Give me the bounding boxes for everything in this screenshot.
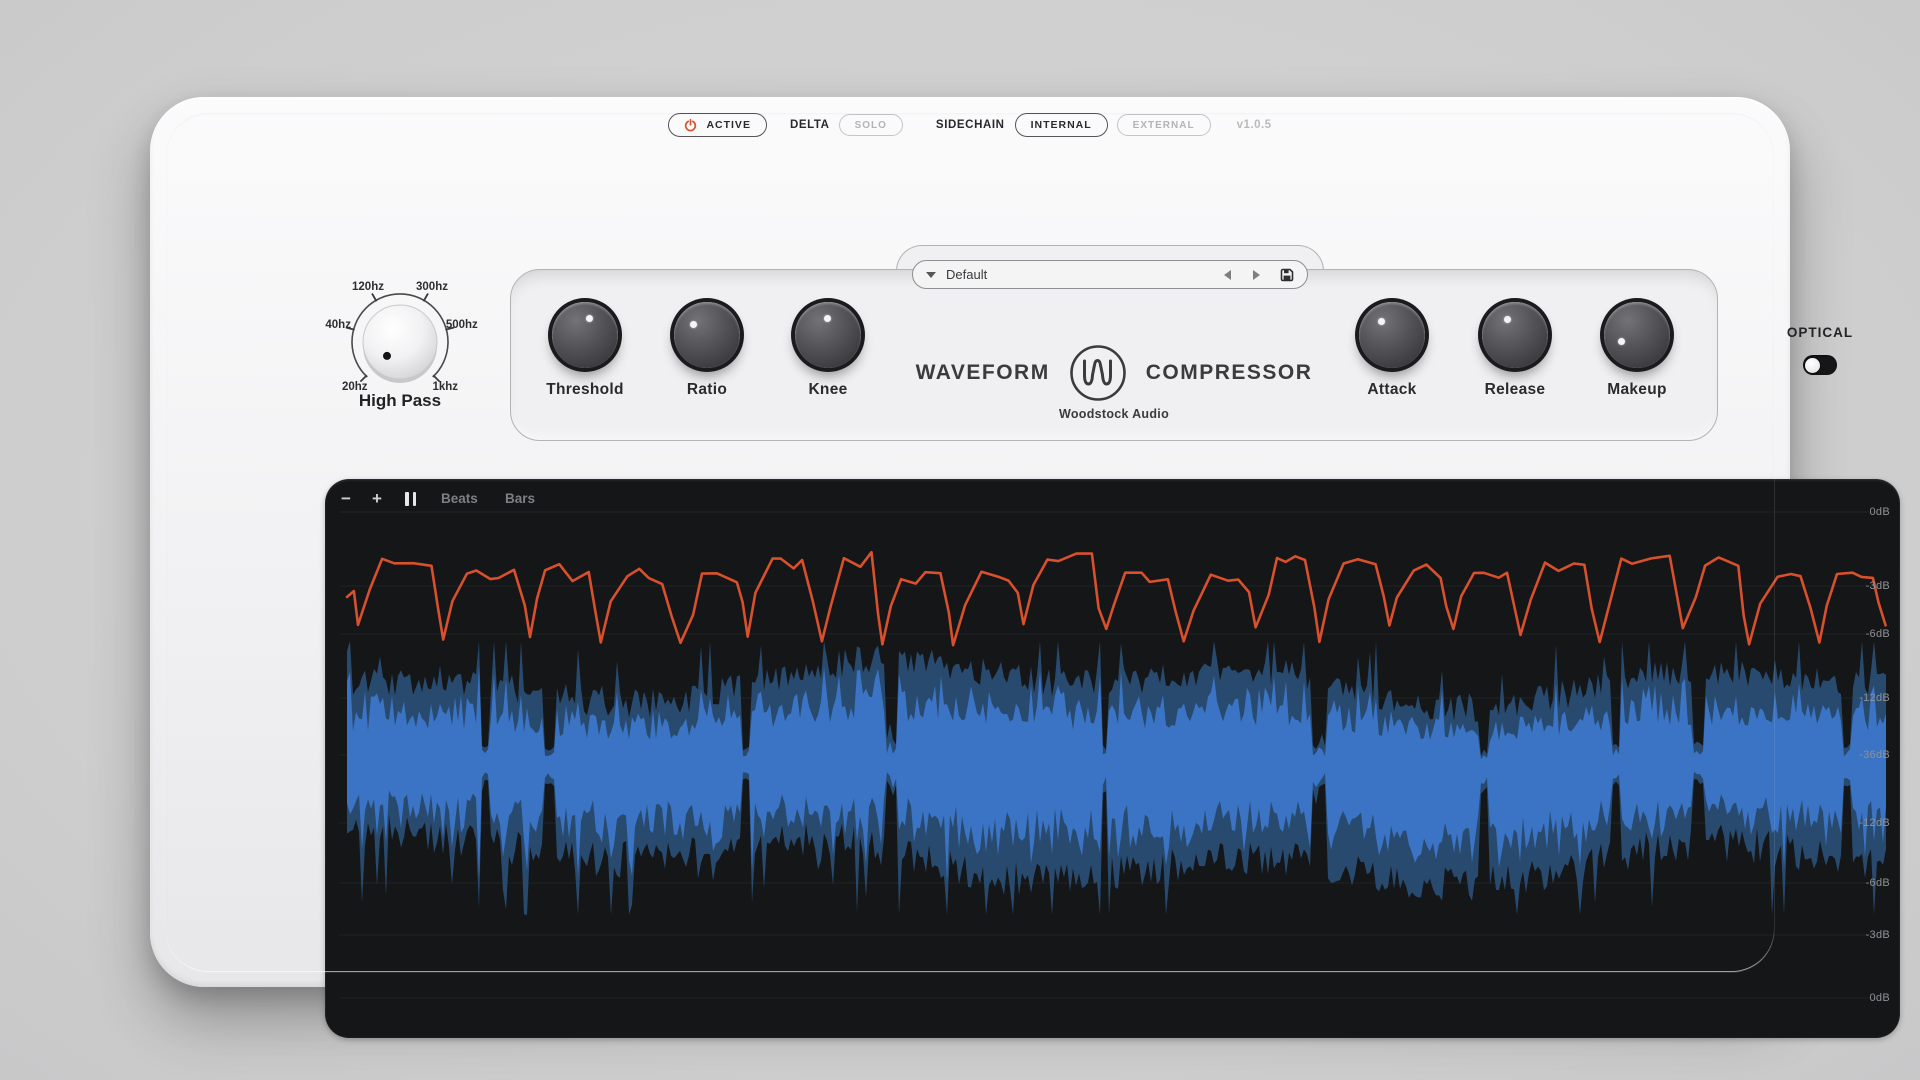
delta-label: DELTA bbox=[790, 119, 830, 131]
zoom-in-button[interactable]: + bbox=[372, 489, 382, 509]
logo-mark-icon bbox=[1068, 343, 1128, 403]
version-text: v1.0.5 bbox=[1237, 119, 1272, 131]
chevron-down-icon bbox=[926, 272, 936, 278]
preset-selector[interactable]: Default bbox=[912, 260, 1308, 289]
preset-next-button[interactable] bbox=[1253, 270, 1260, 280]
db-scale-label: 0dB bbox=[1870, 506, 1890, 518]
optical-toggle-knob bbox=[1805, 358, 1820, 373]
knob-indicator-dot bbox=[1504, 316, 1511, 323]
hp-tick bbox=[424, 294, 429, 302]
knob-indicator-dot bbox=[690, 321, 697, 328]
hp-tick-label-500hz: 500hz bbox=[446, 319, 478, 331]
db-scale-label: -3dB bbox=[1866, 929, 1890, 941]
solo-button-label: SOLO bbox=[855, 120, 887, 131]
preset-name: Default bbox=[946, 267, 1224, 282]
db-scale-label: -6dB bbox=[1866, 877, 1890, 889]
logo-word-right: COMPRESSOR bbox=[1146, 361, 1313, 385]
external-button[interactable]: EXTERNAL bbox=[1117, 114, 1211, 136]
pause-icon[interactable] bbox=[405, 492, 416, 506]
db-scale-label: 0dB bbox=[1870, 992, 1890, 1004]
beats-tab[interactable]: Beats bbox=[441, 489, 478, 509]
logo-subtitle: Woodstock Audio bbox=[510, 407, 1718, 421]
knob-indicator-dot bbox=[1378, 318, 1385, 325]
knob-indicator-dot bbox=[824, 315, 831, 322]
waveform-display[interactable] bbox=[325, 479, 1900, 1038]
solo-button[interactable]: SOLO bbox=[839, 114, 903, 136]
zoom-out-button[interactable]: − bbox=[341, 489, 351, 509]
optical-toggle[interactable] bbox=[1803, 355, 1837, 375]
save-preset-button[interactable] bbox=[1280, 268, 1294, 282]
top-bar: ACTIVE DELTA SOLO SIDECHAIN INTERNAL EXT… bbox=[150, 111, 1790, 139]
hp-tick bbox=[372, 294, 377, 302]
preset-prev-button[interactable] bbox=[1224, 270, 1231, 280]
optical-label: OPTICAL bbox=[1760, 325, 1880, 340]
waveform-display-panel: − + Beats Bars 0dB -3dB -6dB -12dB -36dB -12d… bbox=[325, 479, 1900, 1038]
knob-indicator-dot bbox=[586, 315, 593, 322]
hp-tick-label-120hz: 120hz bbox=[352, 281, 384, 293]
plugin-window: ACTIVE DELTA SOLO SIDECHAIN INTERNAL EXT… bbox=[150, 97, 1790, 987]
db-scale-label: -36dB bbox=[1859, 749, 1890, 761]
hp-tick-label-40hz: 40hz bbox=[325, 319, 351, 331]
db-scale-label: -12dB bbox=[1859, 692, 1890, 704]
db-scale-label: -3dB bbox=[1866, 580, 1890, 592]
gain-envelope-line bbox=[347, 552, 1886, 645]
sidechain-label: SIDECHAIN bbox=[936, 119, 1005, 131]
hp-tick-label-300hz: 300hz bbox=[416, 281, 448, 293]
internal-button[interactable]: INTERNAL bbox=[1015, 113, 1108, 137]
power-icon bbox=[684, 119, 697, 132]
active-button-label: ACTIVE bbox=[706, 119, 751, 131]
db-scale-label: -12dB bbox=[1859, 817, 1890, 829]
logo: WAVEFORM COMPRESSOR bbox=[510, 343, 1718, 403]
internal-button-label: INTERNAL bbox=[1031, 119, 1092, 131]
save-icon bbox=[1280, 268, 1294, 282]
logo-word-left: WAVEFORM bbox=[916, 361, 1050, 385]
bars-tab[interactable]: Bars bbox=[505, 489, 535, 509]
active-button[interactable]: ACTIVE bbox=[668, 113, 767, 137]
external-button-label: EXTERNAL bbox=[1133, 120, 1195, 131]
db-scale-label: -6dB bbox=[1866, 628, 1890, 640]
high-pass-label: High Pass bbox=[315, 391, 485, 411]
